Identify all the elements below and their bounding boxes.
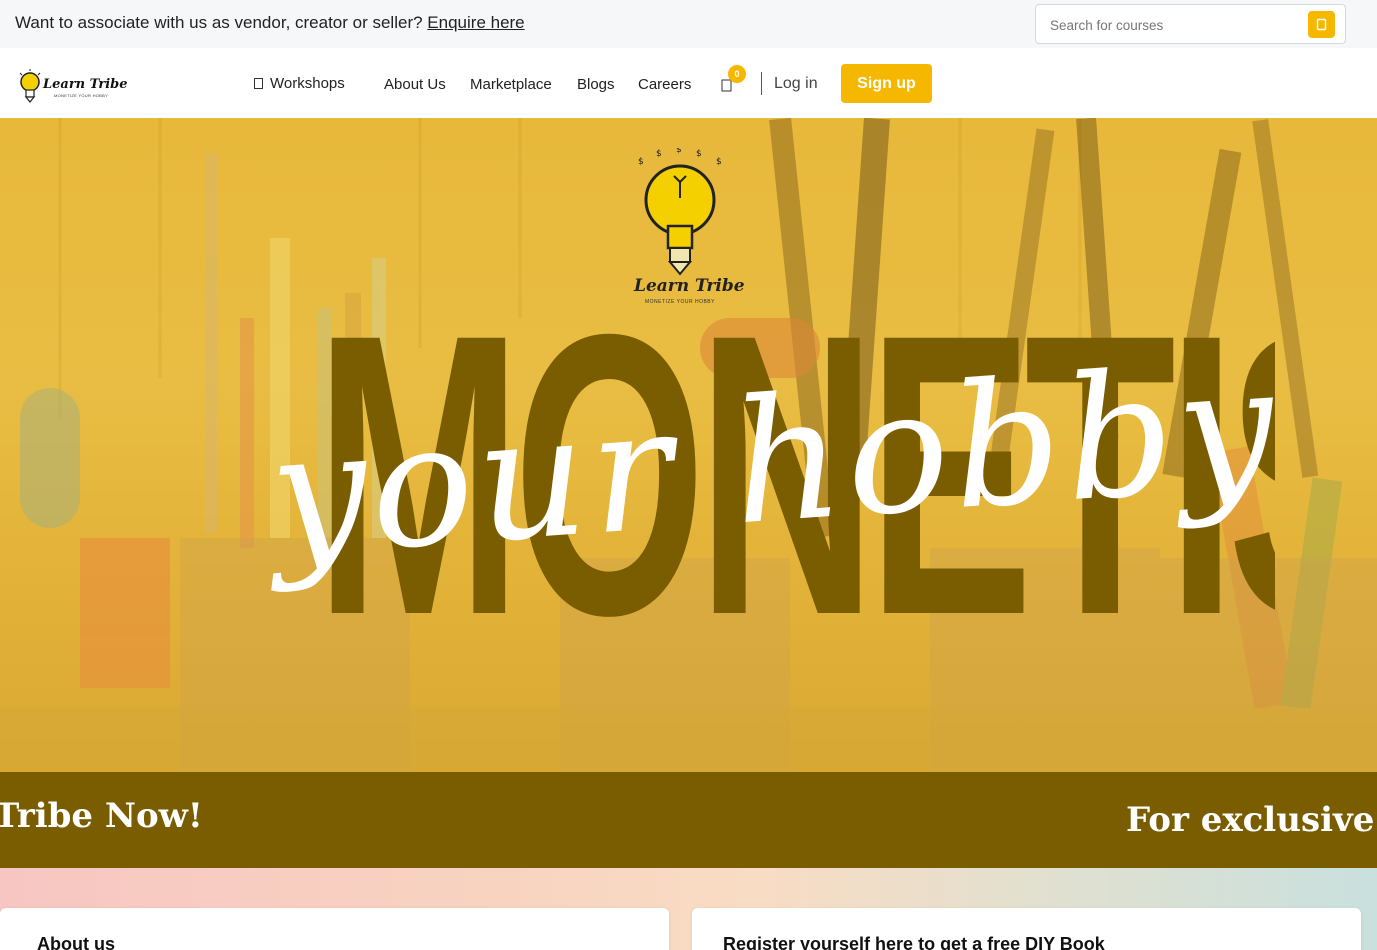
- grid-icon: [254, 78, 263, 89]
- svg-text:$: $: [676, 148, 682, 155]
- search-button[interactable]: [1308, 11, 1335, 38]
- register-title: Register yourself here to get a free DIY…: [723, 934, 1105, 950]
- login-link[interactable]: Log in: [774, 75, 818, 93]
- nav-about-us[interactable]: About Us: [384, 76, 446, 93]
- hero-banner: $ $ $ $ $ Learn Tribe MONETIZE YOUR HOBB…: [0, 118, 1377, 772]
- hero-logo-tagline: MONETIZE YOUR HOBBY: [645, 299, 715, 305]
- nav-workshops[interactable]: Workshops: [254, 75, 345, 92]
- svg-text:$: $: [696, 149, 702, 159]
- nav-careers[interactable]: Careers: [638, 76, 691, 93]
- marquee-item-2: For exclusive w: [1126, 800, 1377, 840]
- cart-count-badge: 0: [728, 65, 746, 83]
- nav-blogs[interactable]: Blogs: [577, 76, 615, 93]
- signup-button[interactable]: Sign up: [841, 64, 932, 103]
- about-card: About us: [0, 908, 669, 950]
- svg-text:$: $: [716, 157, 722, 167]
- svg-text:$: $: [638, 157, 644, 167]
- nav-divider: [761, 72, 762, 95]
- brand-name: Learn Tribe: [43, 77, 128, 92]
- about-title: About us: [37, 934, 115, 950]
- svg-text:$: $: [656, 149, 662, 159]
- scrolling-marquee: Tribe Now! For exclusive w: [0, 772, 1377, 868]
- search-input[interactable]: [1050, 14, 1300, 36]
- cart-button[interactable]: 0: [716, 65, 748, 100]
- lightbulb-logo-icon: [19, 69, 41, 103]
- register-card: Register yourself here to get a free DIY…: [692, 908, 1361, 950]
- course-search: [1035, 4, 1346, 44]
- enquire-link[interactable]: Enquire here: [427, 13, 524, 32]
- info-section: About us Register yourself here to get a…: [0, 868, 1377, 950]
- nav-workshops-label: Workshops: [270, 75, 345, 92]
- main-navbar: Learn Tribe MONETIZE YOUR HOBBY Workshop…: [0, 48, 1377, 118]
- top-announcement-bar: Want to associate with us as vendor, cre…: [0, 0, 1377, 48]
- marquee-item-1: Tribe Now!: [0, 796, 203, 836]
- brand-tagline: MONETIZE YOUR HOBBY: [54, 93, 109, 98]
- nav-marketplace[interactable]: Marketplace: [470, 76, 552, 93]
- hero-logo-name: Learn Tribe: [634, 276, 745, 296]
- search-icon: [1316, 18, 1327, 31]
- vendor-promo-text: Want to associate with us as vendor, cre…: [15, 13, 423, 32]
- vendor-promo: Want to associate with us as vendor, cre…: [15, 13, 525, 33]
- brand-logo[interactable]: Learn Tribe MONETIZE YOUR HOBBY: [16, 68, 128, 104]
